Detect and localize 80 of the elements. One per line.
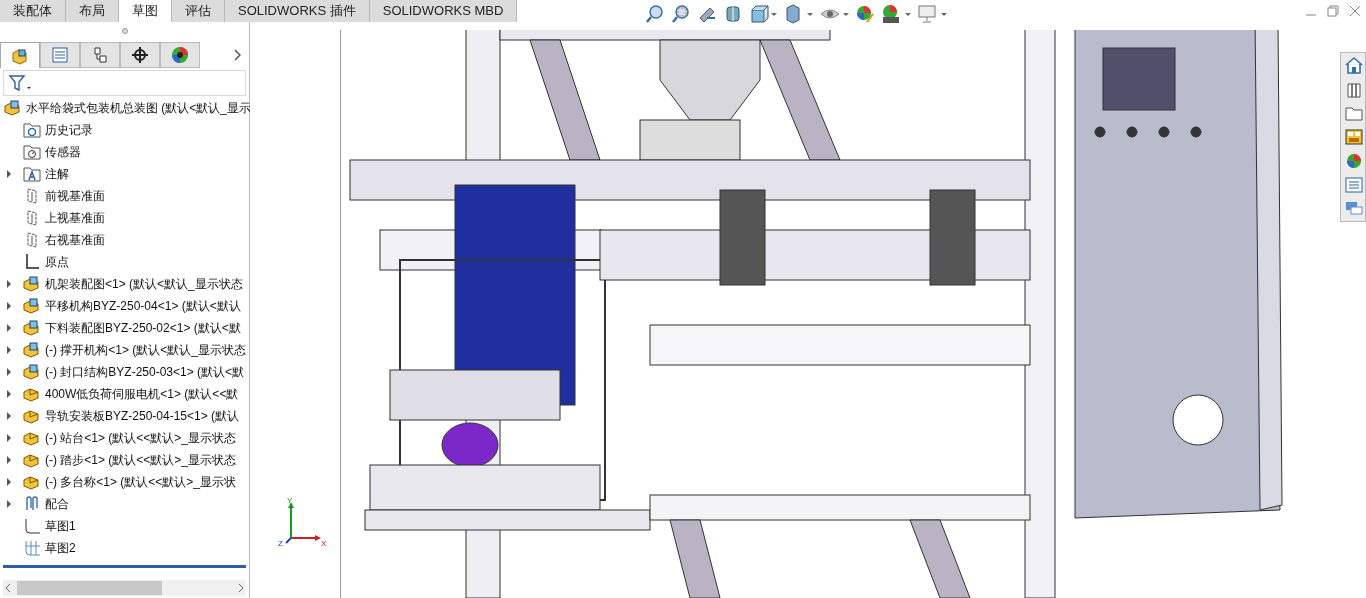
scene-icon[interactable] bbox=[881, 4, 911, 24]
tree-item[interactable]: 草图2 bbox=[0, 537, 249, 559]
chevron-right-icon[interactable] bbox=[233, 49, 241, 61]
assembly-icon bbox=[22, 340, 42, 360]
horizontal-scrollbar[interactable] bbox=[3, 580, 246, 596]
color-ball-icon bbox=[170, 45, 190, 65]
display-style-icon[interactable] bbox=[783, 4, 813, 24]
expand-arrow-icon[interactable] bbox=[6, 324, 12, 332]
expand-arrow-icon[interactable] bbox=[6, 456, 12, 464]
zoom-area-icon[interactable] bbox=[671, 4, 691, 24]
assembly-icon bbox=[22, 274, 42, 294]
expand-arrow-icon[interactable] bbox=[6, 390, 12, 398]
assembly-icon bbox=[22, 318, 42, 338]
command-tab[interactable]: SOLIDWORKS 插件 bbox=[225, 0, 370, 22]
expand-arrow-icon[interactable] bbox=[6, 500, 12, 508]
expand-arrow-icon[interactable] bbox=[6, 412, 12, 420]
tree-item[interactable]: 右视基准面 bbox=[0, 229, 249, 251]
section-view-icon[interactable] bbox=[723, 4, 743, 24]
command-tab[interactable]: 装配体 bbox=[0, 0, 66, 22]
command-tab[interactable]: 布局 bbox=[66, 0, 119, 22]
annotation-icon bbox=[22, 164, 42, 184]
history-folder-icon bbox=[22, 120, 42, 140]
tree-item[interactable]: (-) 封口结构BYZ-250-03<1> (默认<默 bbox=[0, 361, 249, 383]
expand-arrow-icon[interactable] bbox=[6, 280, 12, 288]
tree-item[interactable]: 平移机构BYZ-250-04<1> (默认<默认 bbox=[0, 295, 249, 317]
filter-icon[interactable] bbox=[8, 74, 32, 92]
chat-bubbles-icon[interactable] bbox=[1344, 200, 1364, 218]
expand-arrow-icon[interactable] bbox=[6, 170, 12, 178]
tree-item[interactable]: 注解 bbox=[0, 163, 249, 185]
tree-item[interactable]: 下料装配图BYZ-250-02<1> (默认<默 bbox=[0, 317, 249, 339]
expand-arrow-icon[interactable] bbox=[6, 346, 12, 354]
sensor-folder-icon bbox=[22, 142, 42, 162]
command-tab[interactable]: 草图 bbox=[119, 0, 172, 22]
layout-icon[interactable] bbox=[1344, 128, 1364, 146]
tree-item[interactable]: 上视基准面 bbox=[0, 207, 249, 229]
tree-item[interactable]: 400W低负荷伺服电机<1> (默认<<默 bbox=[0, 383, 249, 405]
panel-grip-icon[interactable] bbox=[121, 28, 128, 34]
tree-item[interactable]: (-) 撑开机构<1> (默认<默认_显示状态 bbox=[0, 339, 249, 361]
folder-icon[interactable] bbox=[1344, 104, 1364, 122]
assembly-icon bbox=[22, 362, 42, 382]
tree-item[interactable]: 机架装配图<1> (默认<默认_显示状态 bbox=[0, 273, 249, 295]
command-tab[interactable]: 评估 bbox=[172, 0, 225, 22]
expand-arrow-icon[interactable] bbox=[6, 434, 12, 442]
assembly-icon bbox=[22, 296, 42, 316]
tree-item[interactable]: 前视基准面 bbox=[0, 185, 249, 207]
home-icon[interactable] bbox=[1344, 56, 1364, 74]
sketch-grid-icon bbox=[22, 538, 42, 558]
appearance-ball-icon[interactable] bbox=[1344, 152, 1364, 170]
expand-arrow-icon[interactable] bbox=[6, 302, 12, 310]
tree-item[interactable]: (-) 站台<1> (默认<<默认>_显示状态 bbox=[0, 427, 249, 449]
tree-item[interactable]: 水平给袋式包装机总装图 (默认<默认_显示 bbox=[0, 97, 249, 119]
sketch-icon bbox=[22, 516, 42, 536]
tree-item[interactable]: (-) 踏步<1> (默认<<默认>_显示状态 bbox=[0, 449, 249, 471]
tree-item[interactable]: 配合 bbox=[0, 493, 249, 515]
tree-item[interactable]: 草图1 bbox=[0, 515, 249, 537]
tree-item[interactable]: 历史记录 bbox=[0, 119, 249, 141]
tree-item[interactable]: 导轨安装板BYZ-250-04-15<1> (默认 bbox=[0, 405, 249, 427]
scroll-right-icon[interactable] bbox=[236, 583, 246, 593]
manager-tab[interactable] bbox=[120, 42, 160, 68]
crosshair-icon bbox=[130, 45, 150, 65]
command-tab[interactable]: SOLIDWORKS MBD bbox=[369, 0, 518, 22]
expand-arrow-icon[interactable] bbox=[6, 368, 12, 376]
cable-hole bbox=[1172, 394, 1224, 446]
expand-arrow-icon[interactable] bbox=[6, 478, 12, 486]
appearance-icon[interactable] bbox=[855, 4, 875, 24]
assembly-icon bbox=[3, 98, 23, 118]
axis-triad-icon bbox=[285, 502, 321, 544]
zoom-to-fit-icon[interactable] bbox=[645, 4, 665, 24]
property-list-icon bbox=[50, 45, 70, 65]
x-axis-label: X bbox=[321, 539, 327, 546]
tree-item[interactable]: 传感器 bbox=[0, 141, 249, 163]
z-axis-label: Z bbox=[278, 539, 283, 546]
y-axis-label: Y bbox=[287, 496, 293, 505]
books-icon[interactable] bbox=[1344, 80, 1364, 98]
close-icon[interactable] bbox=[1348, 4, 1362, 18]
tree-item[interactable]: (-) 多台称<1> (默认<<默认>_显示状 bbox=[0, 471, 249, 493]
scroll-left-icon[interactable] bbox=[3, 583, 13, 593]
view-orientation-icon[interactable] bbox=[749, 4, 777, 24]
manager-tab[interactable] bbox=[160, 42, 200, 68]
tree-item[interactable]: 原点 bbox=[0, 251, 249, 273]
